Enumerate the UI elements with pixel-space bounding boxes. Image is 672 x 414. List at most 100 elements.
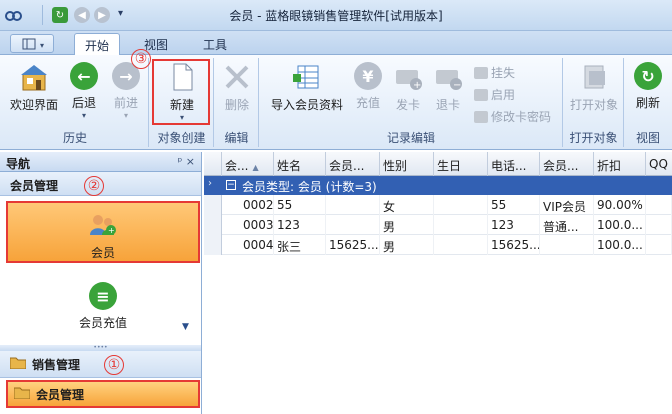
- nav-group-sales-label: 销售管理: [32, 357, 81, 372]
- enable-button[interactable]: 启用: [474, 86, 515, 103]
- nav-item-recharge[interactable]: ≡ 会员充值: [6, 276, 200, 336]
- card-key-icon: [474, 110, 488, 123]
- nav-group-members[interactable]: 会员管理: [6, 380, 200, 408]
- recharge-button[interactable]: ¥ 充值: [350, 62, 386, 120]
- annotation-3: ③: [131, 49, 151, 69]
- window-title: 会员 - 蓝格眼镜销售管理软件[试用版本]: [229, 9, 443, 23]
- cell-discount: 90.00%: [594, 195, 646, 215]
- svg-text:+: +: [413, 80, 421, 91]
- nav-item-recharge-label: 会员充值: [78, 316, 127, 330]
- cell-member-type: VIP会员: [540, 195, 594, 215]
- forward-button[interactable]: → 前进 ▾: [108, 62, 144, 120]
- open-document-icon: [579, 62, 609, 92]
- nav-item-members[interactable]: + 会员: [6, 201, 200, 263]
- group-label-open-object: 打开对象: [569, 131, 618, 145]
- cell-member-no: 0002: [240, 195, 274, 215]
- return-card-label: 退卡: [435, 98, 460, 112]
- table-row[interactable]: 0003 123 男 123 普通... 100.0...: [204, 215, 672, 235]
- welcome-button[interactable]: 欢迎界面: [8, 62, 60, 120]
- group-edit: 删除 编辑: [215, 58, 259, 147]
- issue-card-button[interactable]: + 发卡: [390, 62, 426, 120]
- table-row[interactable]: 0002 55 女 55 VIP会员 90.00%: [204, 195, 672, 215]
- cell-phone: 15625...: [488, 235, 540, 255]
- app-menu-button[interactable]: ▾: [10, 34, 54, 53]
- nav-section-title: 会员管理: [10, 179, 59, 193]
- table-row[interactable]: 0004 张三 15625... 男 15625... 100.0...: [204, 235, 672, 255]
- refresh-label: 刷新: [635, 96, 660, 110]
- grid-header: 会... ▲ 姓名 会员... 性别 生日 电话... 会员... 折扣 QQ: [204, 152, 672, 176]
- ribbon-tabs: ▾ 开始 视图 工具: [0, 31, 672, 56]
- col-header-member-type[interactable]: 会员...: [540, 152, 594, 176]
- import-members-label: 导入会员资料: [270, 98, 343, 112]
- group-label-view: 视图: [635, 131, 660, 145]
- cell-gender: 男: [380, 235, 434, 255]
- back-button[interactable]: ← 后退 ▾: [66, 62, 102, 120]
- collapse-icon[interactable]: −: [226, 180, 236, 190]
- return-card-button[interactable]: − 退卡: [430, 62, 466, 120]
- col-header-gender[interactable]: 性别: [380, 152, 434, 176]
- delete-button[interactable]: 删除: [219, 62, 255, 120]
- highlight-box-new: [152, 59, 210, 125]
- cell-discount: 100.0...: [594, 235, 646, 255]
- cell-phone: 55: [488, 195, 540, 215]
- group-label-edit: 编辑: [224, 131, 249, 145]
- nav-group-sales[interactable]: 销售管理: [0, 351, 201, 378]
- group-label-records-edit: 记录编辑: [386, 131, 435, 145]
- ribbon-panel: 欢迎界面 ← 后退 ▾ → 前进 ▾ 历史 新建 ▾ 对象创建 ③ 删除 编辑 …: [0, 49, 672, 150]
- cell-member-card: 15625...: [326, 235, 380, 255]
- cell-gender: 男: [380, 215, 434, 235]
- suspend-button[interactable]: 挂失: [474, 64, 515, 81]
- col-header-birthday[interactable]: 生日: [434, 152, 488, 176]
- col-header-name[interactable]: 姓名: [274, 152, 326, 176]
- col-header-phone[interactable]: 电话...: [488, 152, 540, 176]
- title-bar: ↻ ◀ ▶ ▾ 会员 - 蓝格眼镜销售管理软件[试用版本]: [0, 0, 672, 31]
- refresh-button[interactable]: ↻ 刷新: [629, 62, 667, 120]
- nav-pin-close-icon[interactable]: ᵖ ×: [178, 155, 195, 168]
- card-add-icon: +: [393, 62, 423, 92]
- row-indicator-column: [204, 195, 222, 255]
- svg-text:−: −: [453, 80, 461, 91]
- col-header-member-no[interactable]: 会... ▲: [222, 152, 274, 176]
- col-header-member-card[interactable]: 会员...: [326, 152, 380, 176]
- import-members-button[interactable]: 导入会员资料: [264, 62, 350, 120]
- header-indicator: [204, 152, 222, 176]
- cell-gender: 女: [380, 195, 434, 215]
- spreadsheet-icon: [292, 62, 322, 92]
- change-password-button[interactable]: 修改卡密码: [474, 108, 551, 125]
- cell-qq: [646, 235, 672, 255]
- cell-member-type: [540, 235, 594, 255]
- recharge-list-icon: ≡: [89, 282, 117, 310]
- open-object-button[interactable]: 打开对象: [566, 62, 622, 120]
- back-label: 后退: [71, 96, 96, 110]
- tab-home[interactable]: 开始: [74, 33, 121, 56]
- members-grid[interactable]: 会... ▲ 姓名 会员... 性别 生日 电话... 会员... 折扣 QQ ›…: [204, 152, 672, 414]
- navigation-pane: 导航 ᵖ × 会员管理 ② + 会员 ≡ 会员充值 ▼ •••• 销售管理 ① …: [0, 152, 202, 414]
- forward-label: 前进: [113, 96, 138, 110]
- group-row[interactable]: › − 会员类型: 会员 (计数=3): [204, 176, 672, 195]
- recharge-label: 充值: [355, 96, 380, 110]
- scroll-down-icon[interactable]: ▼: [182, 322, 189, 332]
- cell-name: 55: [274, 195, 326, 215]
- cell-birthday: [434, 235, 488, 255]
- col-header-qq[interactable]: QQ: [646, 152, 672, 176]
- issue-card-label: 发卡: [395, 98, 420, 112]
- enable-label: 启用: [491, 88, 516, 102]
- folder-icon: [9, 356, 27, 372]
- group-history: 欢迎界面 ← 后退 ▾ → 前进 ▾ 历史: [2, 58, 149, 147]
- col-header-discount[interactable]: 折扣: [594, 152, 646, 176]
- annotation-1: ①: [104, 355, 124, 375]
- card-check-icon: [474, 88, 488, 101]
- house-icon: [19, 62, 49, 92]
- cell-member-card: [326, 195, 380, 215]
- group-label-history: 历史: [62, 131, 87, 145]
- delete-label: 删除: [224, 98, 249, 112]
- suspend-label: 挂失: [491, 66, 516, 80]
- group-row-label: 会员类型: 会员 (计数=3): [242, 180, 377, 194]
- back-arrow-icon: ←: [70, 62, 98, 90]
- tab-tools[interactable]: 工具: [193, 33, 237, 55]
- cell-member-card: [326, 215, 380, 235]
- cell-qq: [646, 215, 672, 235]
- cell-member-no: 0003: [240, 215, 274, 235]
- change-password-label: 修改卡密码: [491, 110, 552, 124]
- cell-member-no: 0004: [240, 235, 274, 255]
